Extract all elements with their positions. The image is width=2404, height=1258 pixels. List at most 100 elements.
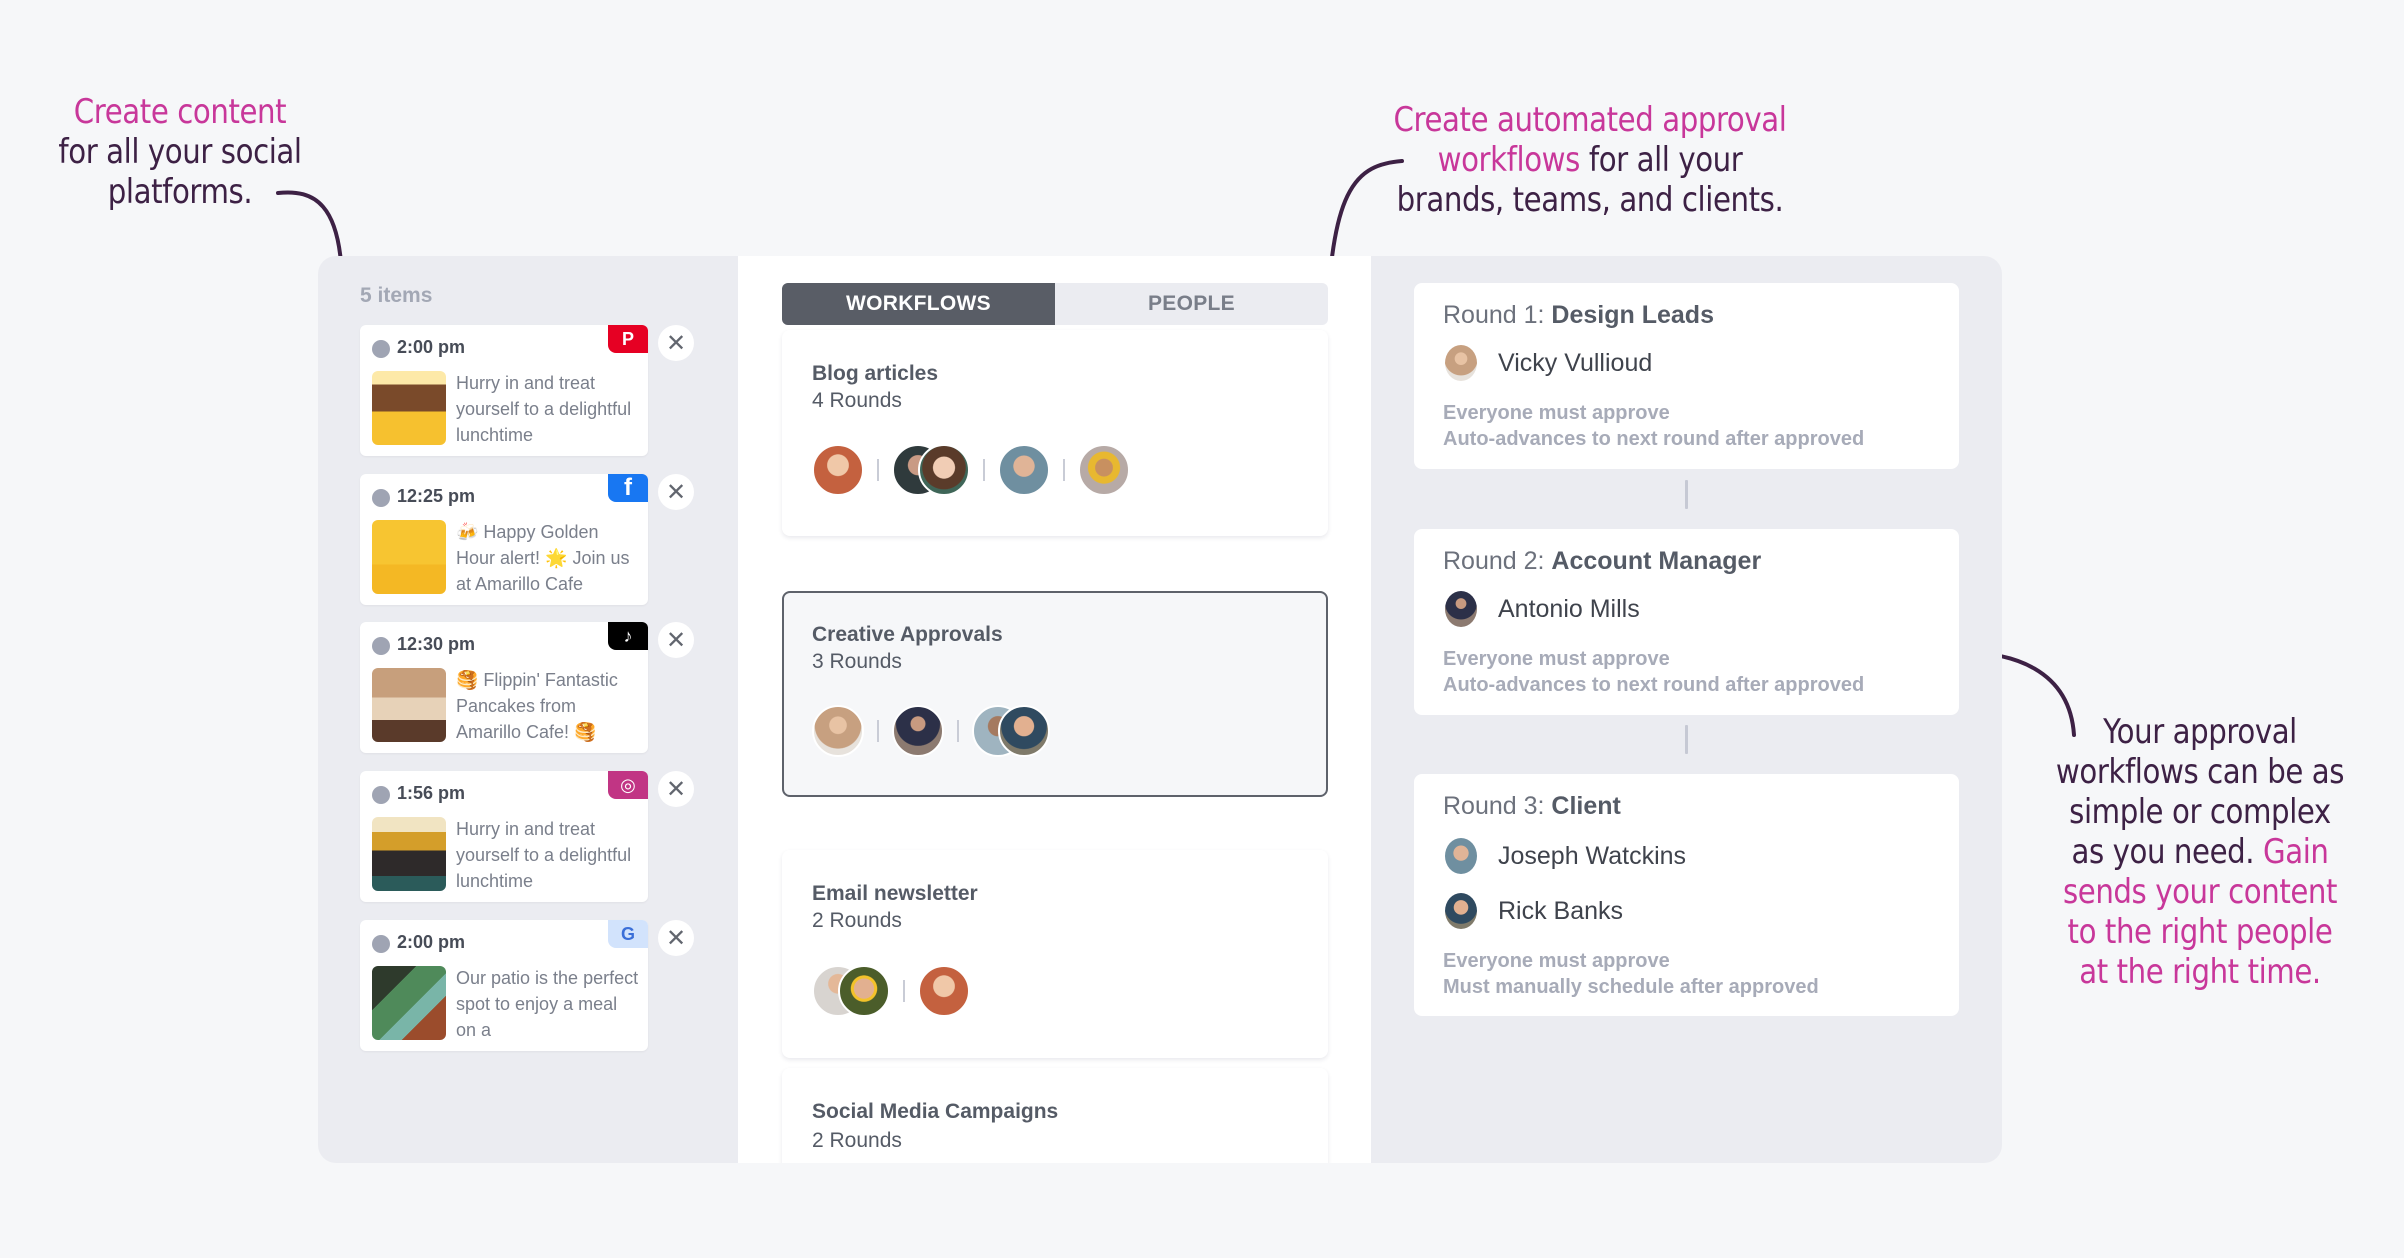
- patio-image: [372, 966, 446, 1040]
- post-time: 12:30 pm: [397, 634, 476, 654]
- facebook-icon: f: [608, 474, 648, 502]
- workflow-card-email-newsletter[interactable]: Email newsletter 2 Rounds: [782, 850, 1328, 1058]
- workflow-rounds: 2 Rounds: [812, 1129, 902, 1152]
- scheduled-post[interactable]: 2:00 pm Hurry in and treat yourself to a …: [360, 325, 648, 456]
- close-icon: ✕: [665, 329, 687, 357]
- avatar: [1445, 838, 1477, 874]
- scheduled-post[interactable]: 12:30 pm 🥞 Flippin' Fantastic Pancakes fr…: [360, 622, 648, 753]
- approval-rule: Everyone must approve: [1443, 950, 1670, 972]
- avatar: [1445, 591, 1477, 627]
- workflow-card-social-media-campaigns[interactable]: Social Media Campaigns 2 Rounds: [782, 1068, 1328, 1163]
- avatar: [812, 444, 864, 496]
- round-connector: [1685, 480, 1688, 509]
- workflow-avatars: [812, 444, 1130, 496]
- after-approval-rule: Auto-advances to next round after approv…: [1443, 674, 1865, 696]
- round-card-3[interactable]: Round 3: Client Joseph Watckins Rick Ban…: [1414, 774, 1959, 1016]
- member-name: Vicky Vullioud: [1498, 348, 1653, 377]
- close-icon: ✕: [665, 626, 687, 654]
- round-rule: Everyone must approve Must manually sche…: [1443, 948, 1819, 1000]
- avatar: [918, 444, 970, 496]
- remove-post-button[interactable]: ✕: [658, 325, 694, 361]
- round-member: Joseph Watckins: [1445, 838, 1686, 874]
- workflow-name: Email newsletter: [812, 882, 978, 905]
- status-dot: [372, 637, 390, 655]
- tiktok-icon: ♪: [608, 622, 648, 650]
- avatar: [892, 705, 944, 757]
- golden-hour-image: [372, 520, 446, 594]
- avatar: [838, 965, 890, 1017]
- approval-rule: Everyone must approve: [1443, 402, 1670, 424]
- rounds-column: Round 1: Design Leads Vicky Vullioud Eve…: [1371, 256, 2002, 1163]
- after-approval-rule: Must manually schedule after approved: [1443, 976, 1819, 998]
- workflow-name: Social Media Campaigns: [812, 1100, 1059, 1123]
- scheduled-post[interactable]: 1:56 pm Hurry in and treat yourself to a …: [360, 771, 648, 902]
- post-text: Hurry in and treat yourself to a delight…: [456, 373, 632, 445]
- round-separator: [1063, 459, 1065, 481]
- annotation-create-content: Create content for all your social platf…: [51, 92, 309, 212]
- status-dot: [372, 340, 390, 358]
- round-title: Round 3: Client: [1443, 792, 1621, 821]
- round-member: Antonio Mills: [1445, 591, 1640, 627]
- workflow-avatars: [812, 965, 970, 1017]
- round-separator: [877, 720, 879, 742]
- queue-item-count: 5 items: [360, 284, 433, 307]
- avatar: [1078, 444, 1130, 496]
- member-name: Antonio Mills: [1498, 594, 1640, 623]
- workflow-card-blog-articles[interactable]: Blog articles 4 Rounds: [782, 330, 1328, 536]
- post-time: 2:00 pm: [397, 932, 466, 952]
- post-text: 🥞 Flippin' Fantastic Pancakes from Amari…: [456, 670, 618, 742]
- round-member: Vicky Vullioud: [1445, 345, 1652, 381]
- member-name: Joseph Watckins: [1498, 841, 1687, 870]
- round-number: Round 3:: [1443, 792, 1545, 820]
- close-icon: ✕: [665, 775, 687, 803]
- scheduled-post[interactable]: 2:00 pm Our patio is the perfect spot to …: [360, 920, 648, 1051]
- post-text: 🍻 Happy Golden Hour alert! 🌟 Join us at …: [456, 522, 630, 594]
- round-title: Round 2: Account Manager: [1443, 547, 1761, 576]
- round-rule: Everyone must approve Auto-advances to n…: [1443, 400, 1864, 452]
- close-icon: ✕: [665, 478, 687, 506]
- avatar: [812, 705, 864, 757]
- instagram-icon: ◎: [608, 771, 648, 799]
- avatar: [918, 965, 970, 1017]
- tab-bar: WORKFLOWS PEOPLE: [782, 283, 1328, 325]
- workflow-rounds: 3 Rounds: [812, 650, 902, 673]
- content-queue: 5 items 2:00 pm Hurry in and treat yourse…: [318, 256, 738, 1163]
- remove-post-button[interactable]: ✕: [658, 771, 694, 807]
- pancakes-image: [372, 668, 446, 742]
- round-member: Rick Banks: [1445, 893, 1623, 929]
- scheduled-post[interactable]: 12:25 pm 🍻 Happy Golden Hour alert! 🌟 Joi…: [360, 474, 648, 605]
- avatar: [998, 444, 1050, 496]
- round-separator: [877, 459, 879, 481]
- workflow-rounds: 4 Rounds: [812, 389, 902, 412]
- remove-post-button[interactable]: ✕: [658, 622, 694, 658]
- round-card-1[interactable]: Round 1: Design Leads Vicky Vullioud Eve…: [1414, 283, 1959, 469]
- round-rule: Everyone must approve Auto-advances to n…: [1443, 646, 1864, 698]
- annotation-highlight: Create content: [73, 92, 287, 132]
- round-separator: [957, 720, 959, 742]
- round-separator: [983, 459, 985, 481]
- post-text: Our patio is the perfect spot to enjoy a…: [456, 968, 639, 1040]
- annotation-approval-workflows: Create automated approval workflows for …: [1392, 100, 1788, 220]
- post-time: 2:00 pm: [397, 337, 466, 357]
- remove-post-button[interactable]: ✕: [658, 920, 694, 956]
- round-name: Account Manager: [1551, 547, 1762, 575]
- todays-promo-image: [372, 371, 446, 445]
- round-name: Design Leads: [1551, 301, 1714, 329]
- round-connector: [1685, 725, 1688, 754]
- app-panel: 5 items 2:00 pm Hurry in and treat yourse…: [318, 256, 2002, 1163]
- workflow-avatars: [812, 705, 1050, 757]
- tab-workflows[interactable]: WORKFLOWS: [782, 283, 1055, 325]
- round-number: Round 2:: [1443, 547, 1545, 575]
- status-dot: [372, 935, 390, 953]
- status-dot: [372, 489, 390, 507]
- remove-post-button[interactable]: ✕: [658, 474, 694, 510]
- avatar: [998, 705, 1050, 757]
- avatar: [1445, 893, 1477, 929]
- avatar: [1445, 345, 1477, 381]
- workflow-card-creative-approvals[interactable]: Creative Approvals 3 Rounds: [782, 591, 1328, 797]
- post-time: 12:25 pm: [397, 486, 476, 506]
- round-card-2[interactable]: Round 2: Account Manager Antonio Mills E…: [1414, 529, 1959, 715]
- status-dot: [372, 786, 390, 804]
- post-time: 1:56 pm: [397, 783, 466, 803]
- tab-people[interactable]: PEOPLE: [1055, 283, 1328, 325]
